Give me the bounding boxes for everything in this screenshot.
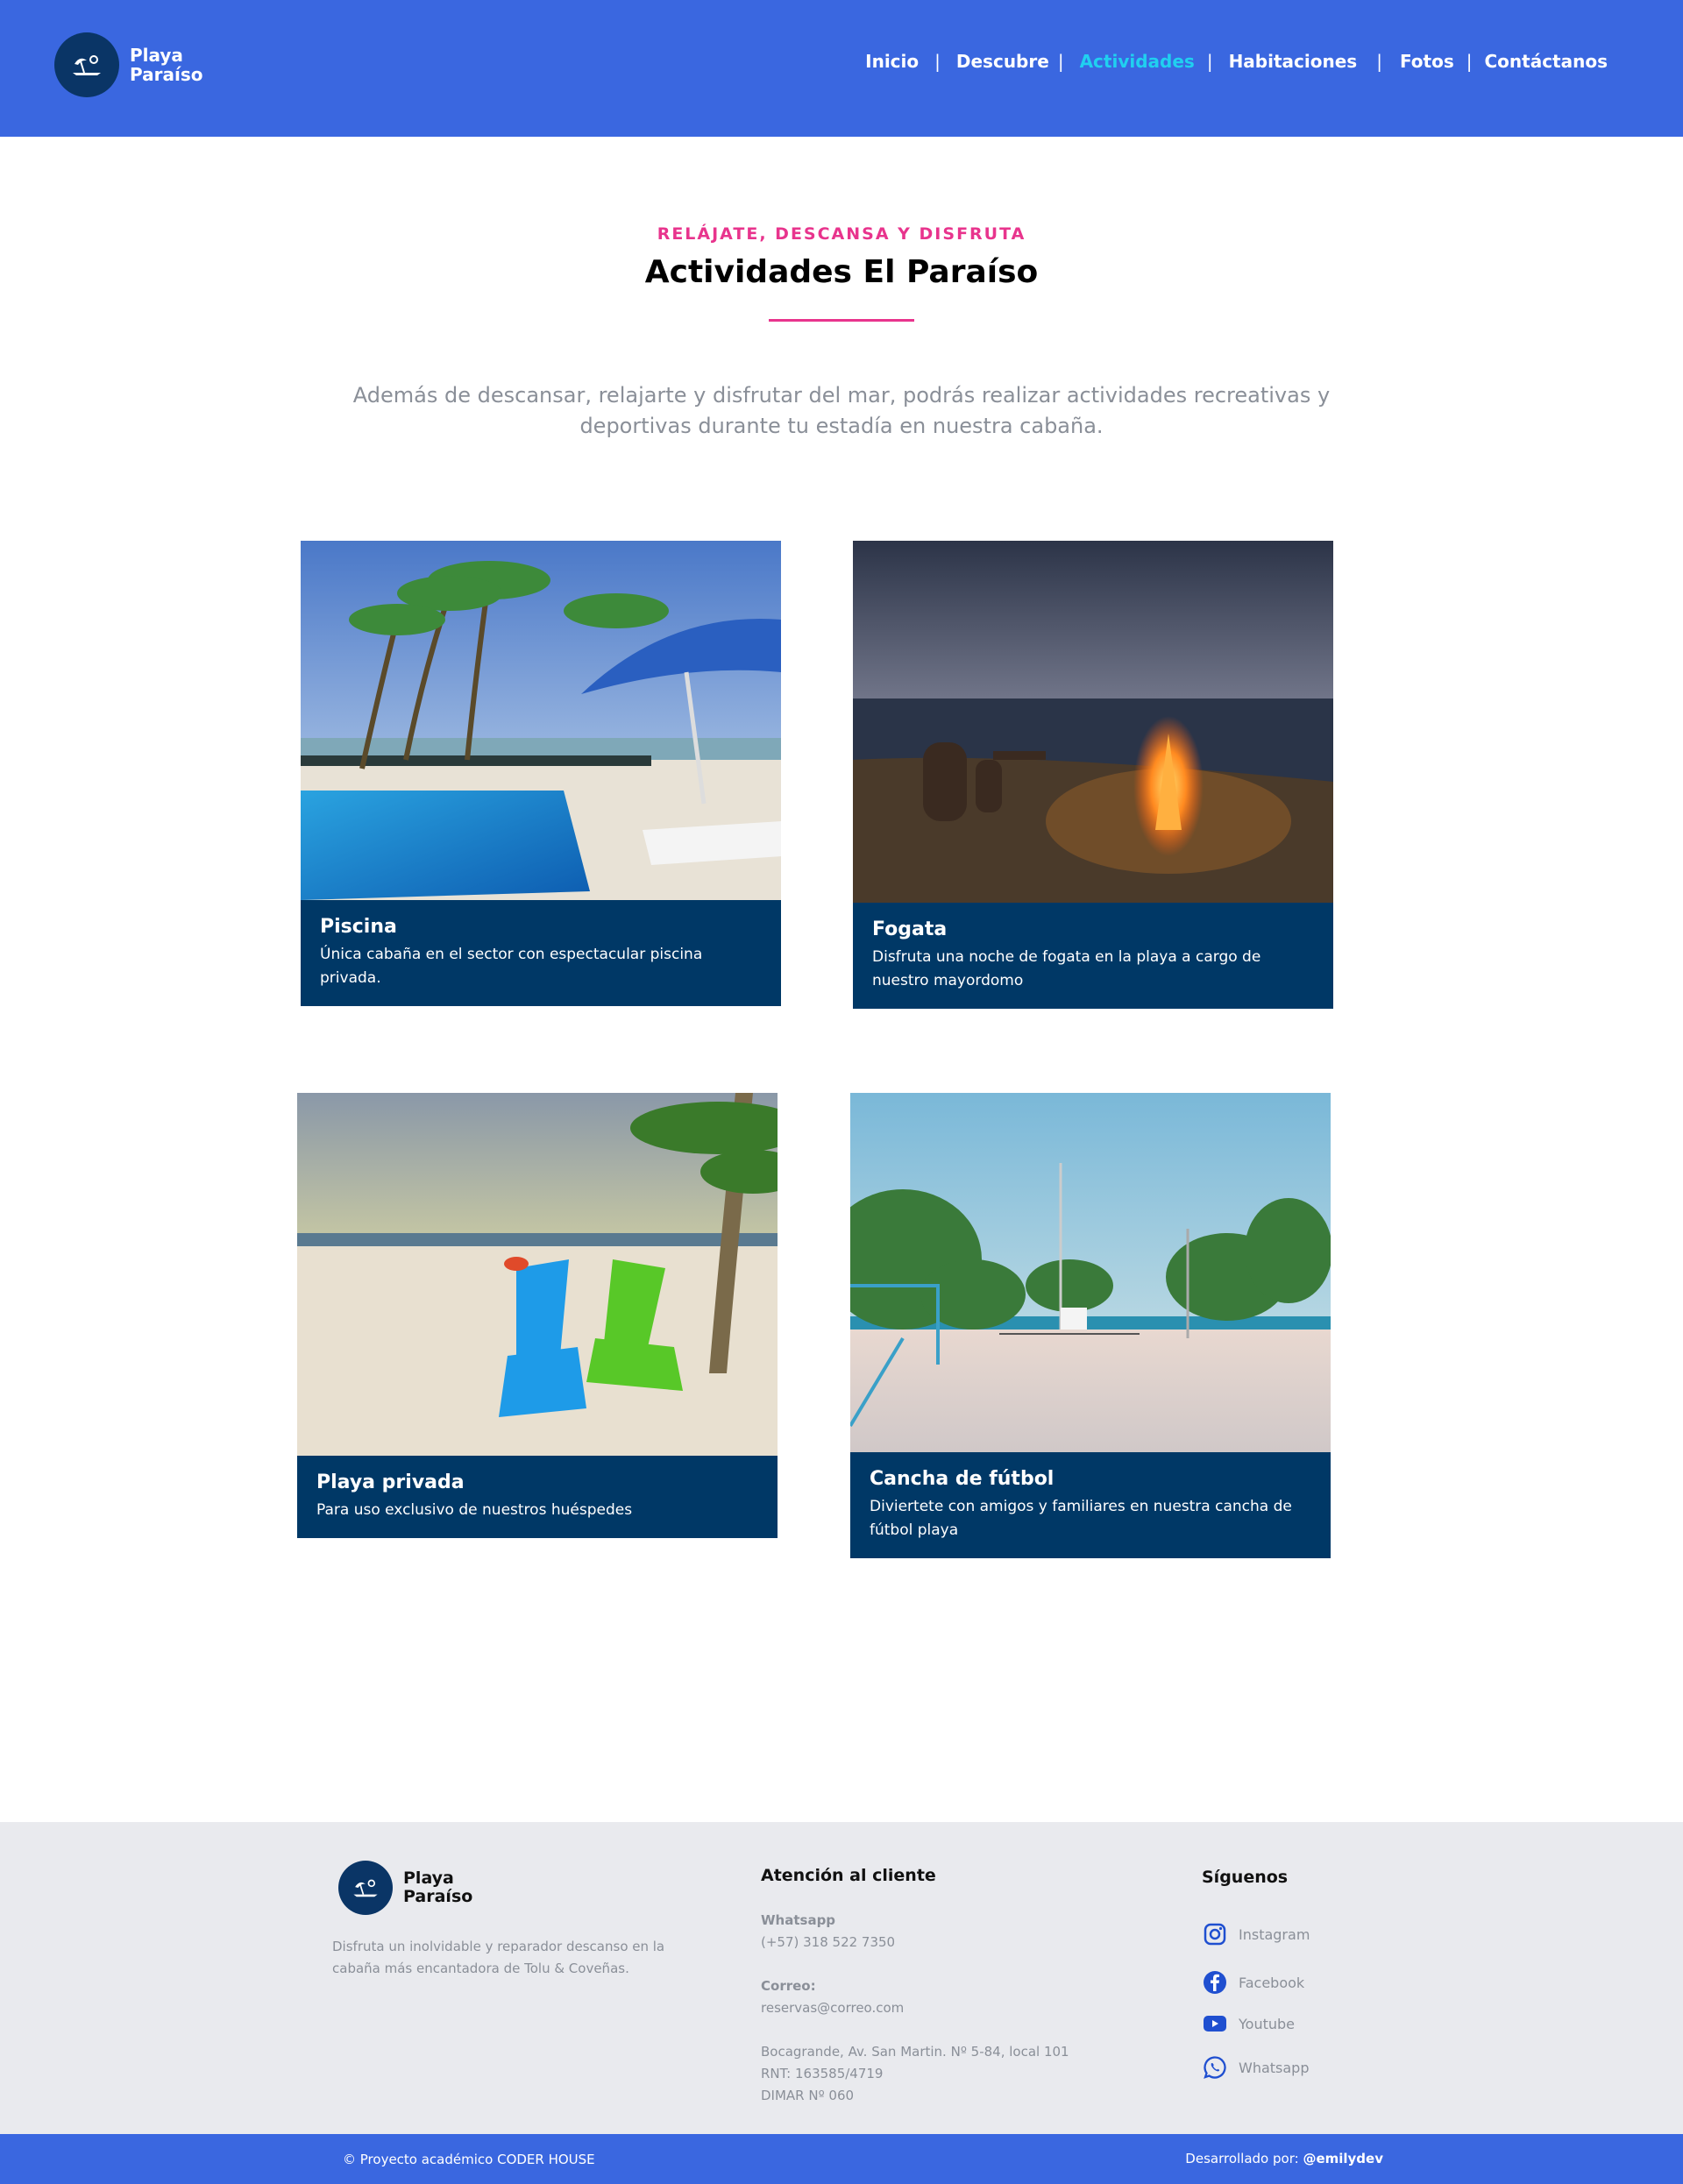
- title-underline: [769, 319, 914, 322]
- copyright: © Proyecto académico CODER HOUSE: [343, 2152, 595, 2167]
- card-title: Cancha de fútbol: [870, 1468, 1055, 1490]
- nav-descubre[interactable]: Descubre: [956, 51, 1049, 72]
- card-title: Piscina: [320, 916, 397, 938]
- developer-credit: Desarrollado por: @emilydev: [1185, 2151, 1383, 2166]
- social-facebook[interactable]: Facebook: [1202, 1969, 1304, 1996]
- card-title: Fogata: [872, 918, 948, 940]
- social-whatsapp[interactable]: Whatsapp: [1202, 2054, 1310, 2081]
- activity-card-piscina: Piscina Única cabaña en el sector con es…: [301, 541, 781, 1006]
- social-label: Youtube: [1239, 2015, 1295, 2032]
- nav-separator: |: [1206, 51, 1213, 72]
- youtube-icon: [1202, 2010, 1228, 2037]
- brand-name-line1: Playa: [130, 45, 183, 66]
- card-description: Diviertete con amigos y familiares en nu…: [870, 1498, 1292, 1539]
- private-beach-photo: [297, 1093, 778, 1456]
- follow-title: Síguenos: [1202, 1868, 1289, 1887]
- card-title: Playa privada: [316, 1471, 465, 1493]
- social-instagram[interactable]: Instagram: [1202, 1921, 1310, 1947]
- card-caption: Cancha de fútbol Diviertete con amigos y…: [850, 1452, 1331, 1558]
- whatsapp-number[interactable]: (+57) 318 522 7350: [761, 1932, 1129, 1954]
- card-description: Única cabaña en el sector con espectacul…: [320, 946, 703, 987]
- activity-card-playa-privada: Playa privada Para uso exclusivo de nues…: [297, 1093, 778, 1538]
- email-address[interactable]: reservas@correo.com: [761, 1997, 1129, 2019]
- dimar-number: DIMAR Nº 060: [761, 2088, 855, 2103]
- card-caption: Fogata Disfruta una noche de fogata en l…: [853, 903, 1333, 1009]
- contact-info: Whatsapp (+57) 318 522 7350 Correo: rese…: [761, 1910, 1129, 2107]
- card-description: Para uso exclusivo de nuestros huéspedes: [316, 1501, 633, 1519]
- developer-handle[interactable]: @emilydev: [1303, 2151, 1383, 2166]
- nav-separator: |: [1376, 51, 1382, 72]
- brand-name-line2: Paraíso: [403, 1887, 473, 1906]
- activity-card-cancha: Cancha de fútbol Diviertete con amigos y…: [850, 1093, 1331, 1558]
- brand-logo[interactable]: Playa Paraíso: [54, 32, 202, 97]
- card-caption: Playa privada Para uso exclusivo de nues…: [297, 1456, 778, 1538]
- pool-photo: [301, 541, 781, 900]
- social-label: Instagram: [1239, 1925, 1310, 1943]
- nav-contactanos[interactable]: Contáctanos: [1484, 51, 1608, 72]
- nav-separator: |: [1057, 51, 1064, 72]
- brand-name-line2: Paraíso: [130, 64, 203, 85]
- social-label: Facebook: [1239, 1974, 1305, 1991]
- activity-card-fogata: Fogata Disfruta una noche de fogata en l…: [853, 541, 1333, 1009]
- nav-inicio[interactable]: Inicio: [865, 51, 919, 72]
- footer-about: Disfruta un inolvidable y reparador desc…: [332, 1939, 665, 1976]
- whatsapp-label: Whatsapp: [761, 1912, 836, 1928]
- nav-actividades[interactable]: Actividades: [1080, 51, 1195, 72]
- social-label: Whatsapp: [1239, 2059, 1310, 2076]
- soccer-field-photo: [850, 1093, 1331, 1452]
- intro-text: Además de descansar, relajarte y disfrut…: [352, 383, 1331, 438]
- nav-habitaciones[interactable]: Habitaciones: [1229, 51, 1358, 72]
- facebook-icon: [1202, 1969, 1228, 1996]
- address: Bocagrande, Av. San Martin. Nº 5-84, loc…: [761, 2044, 1069, 2060]
- nav-fotos[interactable]: Fotos: [1400, 51, 1454, 72]
- bottom-bar: © Proyecto académico CODER HOUSE Desarro…: [0, 2134, 1683, 2184]
- instagram-icon: [1202, 1921, 1228, 1947]
- email-label: Correo:: [761, 1978, 816, 1994]
- nav-separator: |: [934, 51, 941, 72]
- rnt-number: RNT: 163585/4719: [761, 2066, 884, 2081]
- palm-umbrella-icon: [338, 1861, 393, 1915]
- site-header: Playa Paraíso Inicio | Descubre | Activi…: [0, 0, 1683, 137]
- main-nav: Inicio | Descubre | Actividades | Habita…: [865, 51, 1608, 72]
- page-title: Actividades El Paraíso: [644, 254, 1039, 290]
- site-footer: Playa Paraíso Disfruta un inolvidable y …: [0, 1822, 1683, 2134]
- social-youtube[interactable]: Youtube: [1202, 2010, 1295, 2037]
- section-kicker: RELÁJATE, DESCANSA Y DISFRUTA: [657, 224, 1026, 244]
- nav-separator: |: [1466, 51, 1473, 72]
- brand-name-line1: Playa: [403, 1868, 454, 1888]
- developer-prefix: Desarrollado por:: [1185, 2151, 1299, 2166]
- card-caption: Piscina Única cabaña en el sector con es…: [301, 900, 781, 1006]
- whatsapp-icon: [1202, 2054, 1228, 2081]
- palm-umbrella-icon: [54, 32, 119, 97]
- card-description: Disfruta una noche de fogata en la playa…: [872, 948, 1261, 989]
- contact-title: Atención al cliente: [761, 1866, 936, 1885]
- footer-brand-logo[interactable]: Playa Paraíso: [338, 1861, 472, 1915]
- bonfire-photo: [853, 541, 1333, 903]
